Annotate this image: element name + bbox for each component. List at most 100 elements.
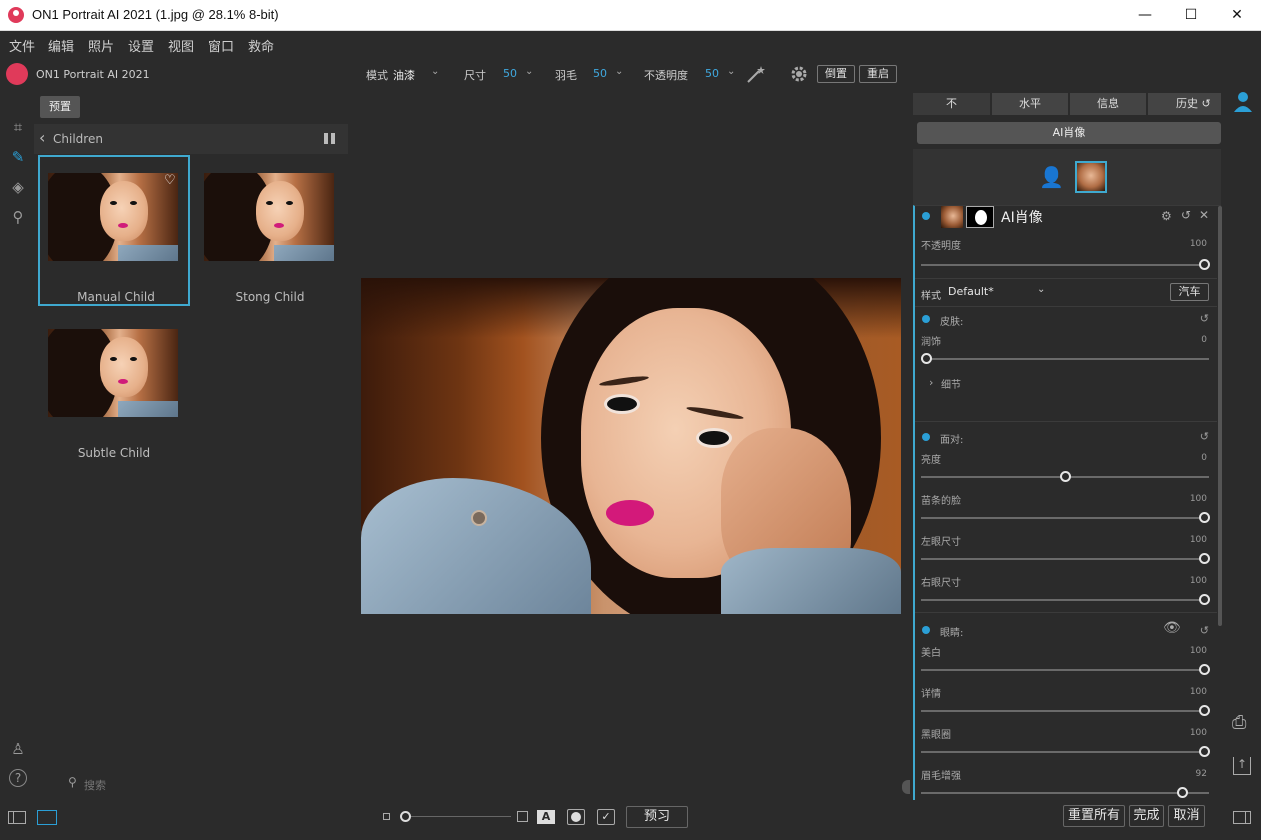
face-row-slider[interactable] <box>921 553 1210 564</box>
invert-button[interactable]: 倒置 <box>817 65 855 83</box>
ai-portrait-tab[interactable]: AI肖像 <box>917 122 1221 144</box>
face-row-slider[interactable] <box>921 512 1210 523</box>
eyes-row-slider[interactable] <box>921 787 1209 798</box>
opacity-value[interactable]: 50 <box>705 67 719 80</box>
menu-photo[interactable]: 照片 <box>88 36 114 55</box>
face-toggle-dot[interactable] <box>922 433 930 441</box>
zoom-in-icon[interactable] <box>517 811 528 822</box>
eyes-row-slider[interactable] <box>921 746 1210 757</box>
single-view-icon[interactable] <box>37 810 57 825</box>
tab-info[interactable]: 信息 <box>1070 93 1146 115</box>
eye-add-icon[interactable]: 👁 <box>1163 620 1181 636</box>
reset-icon[interactable]: ↺ <box>1181 208 1191 222</box>
eyes-toggle-dot[interactable] <box>922 626 930 634</box>
details-label[interactable]: 细节 <box>941 376 961 391</box>
done-button[interactable]: 完成 <box>1129 805 1164 827</box>
brush-icon[interactable]: ✎ <box>8 147 28 167</box>
save-style-button[interactable]: 汽车 <box>1170 283 1209 301</box>
add-face-icon[interactable]: 👤 <box>1039 165 1064 189</box>
tab-levels[interactable]: 水平 <box>992 93 1068 115</box>
reset-icon[interactable]: ↺ <box>1200 430 1209 443</box>
zoom-hand-icon[interactable]: ⚲ <box>8 207 28 227</box>
slider-knob[interactable] <box>1199 705 1210 716</box>
share-export-icon[interactable]: ↑ <box>1233 757 1251 775</box>
menu-edit[interactable]: 编辑 <box>48 36 74 55</box>
slider-knob[interactable] <box>1060 471 1071 482</box>
retouch-slider[interactable] <box>921 353 1209 364</box>
tab-layers[interactable]: 不 <box>913 93 990 115</box>
mode-select[interactable]: 油漆 <box>393 67 415 83</box>
minimize-button[interactable]: — <box>1122 0 1168 31</box>
reset-all-button[interactable]: 重置所有 <box>1063 805 1125 827</box>
canvas-area[interactable] <box>348 91 912 794</box>
reset-icon[interactable]: ↺ <box>1200 624 1209 637</box>
eyes-row-slider[interactable] <box>921 705 1210 716</box>
layer-visibility-dot[interactable] <box>922 212 930 220</box>
menu-settings[interactable]: 设置 <box>128 36 154 55</box>
slider-knob[interactable] <box>1199 553 1210 564</box>
reset-icon[interactable]: ↺ <box>1200 312 1209 325</box>
layer-mask-thumbnail[interactable] <box>966 206 994 228</box>
grid-view-icon[interactable] <box>324 133 335 144</box>
breadcrumb-label[interactable]: Children <box>53 132 103 146</box>
crop-icon[interactable]: ⌗ <box>8 117 28 137</box>
chevron-down-icon[interactable]: ⌄ <box>525 66 533 77</box>
close-button[interactable]: ✕ <box>1214 0 1260 31</box>
main-photo[interactable] <box>361 278 901 614</box>
skin-toggle-dot[interactable] <box>922 315 930 323</box>
face-thumbnail[interactable] <box>1075 161 1107 193</box>
opacity-slider[interactable] <box>921 259 1210 270</box>
slider-knob[interactable] <box>1177 787 1188 798</box>
reset-button[interactable]: 重启 <box>859 65 897 83</box>
search-icon[interactable]: ⚲ <box>68 775 77 789</box>
preset-thumbnail-manual-child[interactable]: ♡ Manual Child <box>38 155 190 306</box>
menu-view[interactable]: 视图 <box>168 36 194 55</box>
presets-tab[interactable]: 预置 <box>40 96 80 118</box>
mask-view-icon[interactable] <box>567 809 585 825</box>
gear-icon[interactable] <box>788 63 810 85</box>
panel-scrollbar[interactable] <box>1218 206 1222 626</box>
text-overlay-icon[interactable]: A <box>537 810 555 824</box>
face-row-slider[interactable] <box>921 471 1209 482</box>
slider-knob[interactable] <box>1199 746 1210 757</box>
slider-knob[interactable] <box>1199 594 1210 605</box>
chevron-down-icon[interactable]: ⌄ <box>431 66 439 77</box>
chevron-down-icon[interactable]: ⌄ <box>727 66 735 77</box>
preset-thumbnail-stong-child[interactable]: Stong Child <box>194 155 346 306</box>
help-icon[interactable]: ? <box>9 769 27 787</box>
preview-button[interactable]: 预习 <box>626 806 688 828</box>
cancel-button[interactable]: 取消 <box>1168 805 1205 827</box>
chevron-right-icon[interactable]: › <box>929 376 933 389</box>
close-icon[interactable]: ✕ <box>1199 208 1209 222</box>
zoom-slider-knob[interactable] <box>400 811 411 822</box>
maximize-button[interactable]: ☐ <box>1168 0 1214 31</box>
eraser-icon[interactable]: ◈ <box>8 177 28 197</box>
user-settings-icon[interactable]: ♙ <box>8 739 28 759</box>
print-icon[interactable]: ⎙ <box>1232 712 1246 733</box>
preset-thumbnail-subtle-child[interactable]: Subtle Child <box>38 311 190 462</box>
compare-icon[interactable]: ✓ <box>597 809 615 825</box>
search-input[interactable]: 搜索 <box>84 777 106 793</box>
favorite-heart-icon[interactable]: ♡ <box>164 173 176 188</box>
slider-knob[interactable] <box>1199 512 1210 523</box>
face-row-slider[interactable] <box>921 594 1210 605</box>
style-select[interactable]: Default* <box>948 285 994 298</box>
menu-help[interactable]: 救命 <box>248 36 274 55</box>
slider-knob[interactable] <box>1199 664 1210 675</box>
user-account-icon[interactable] <box>1232 91 1254 113</box>
zoom-out-icon[interactable] <box>383 813 390 820</box>
magic-brush-icon[interactable] <box>745 63 767 85</box>
menu-file[interactable]: 文件 <box>9 36 35 55</box>
panel-toggle-icon[interactable] <box>8 811 26 824</box>
gear-icon[interactable]: ⚙ <box>1161 209 1172 223</box>
tab-history[interactable]: 历史 ↺ <box>1148 93 1221 115</box>
eyes-row-slider[interactable] <box>921 664 1210 675</box>
zoom-slider[interactable] <box>405 816 511 817</box>
chevron-down-icon[interactable]: ⌄ <box>615 66 623 77</box>
right-panel-toggle-icon[interactable] <box>1233 811 1251 824</box>
chevron-down-icon[interactable]: ⌄ <box>1037 284 1045 295</box>
size-value[interactable]: 50 <box>503 67 517 80</box>
feather-value[interactable]: 50 <box>593 67 607 80</box>
menu-window[interactable]: 窗口 <box>208 36 234 55</box>
chevron-left-icon[interactable]: ‹ <box>39 128 45 147</box>
